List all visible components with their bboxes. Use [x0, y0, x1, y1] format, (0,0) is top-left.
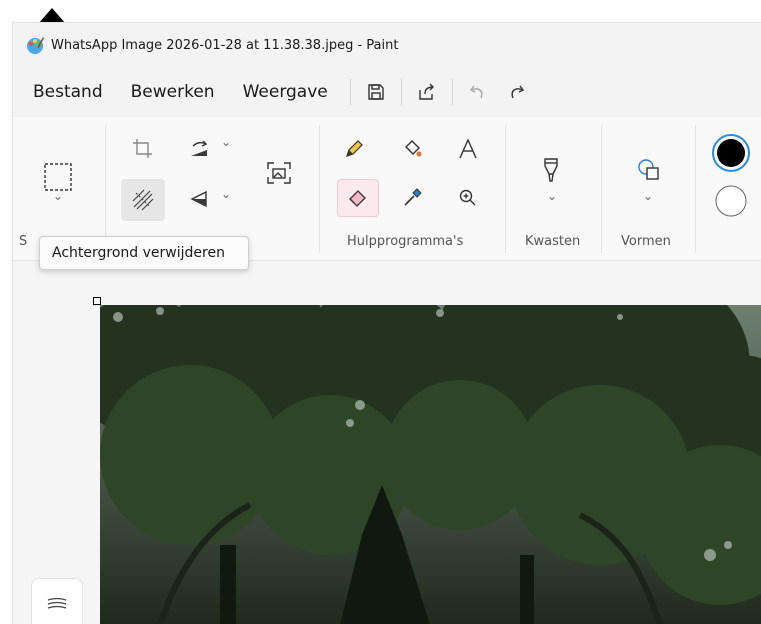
image-canvas[interactable]: [100, 305, 761, 624]
remove-background-button[interactable]: [121, 179, 165, 221]
pencil-icon: [346, 140, 363, 157]
rotate-dropdown-chevron[interactable]: ⌄: [221, 135, 231, 149]
text-button[interactable]: [449, 131, 487, 167]
brushes-dropdown-chevron[interactable]: ⌄: [547, 189, 557, 203]
title-bar: WhatsApp Image 2026-01-28 at 11.38.38.jp…: [13, 23, 761, 67]
eraser-icon: [349, 190, 366, 207]
paint-window: WhatsApp Image 2026-01-28 at 11.38.38.jp…: [12, 22, 761, 624]
magnifier-icon: [459, 189, 476, 206]
paint-app-icon: [27, 37, 44, 54]
remove-background-icon: [132, 189, 154, 211]
layers-panel-button[interactable]: [31, 578, 83, 624]
secondary-color-swatch[interactable]: [713, 183, 749, 219]
color-picker-icon: [404, 188, 422, 206]
text-icon: [459, 138, 477, 159]
menu-divider: [451, 79, 453, 105]
flip-dropdown-chevron[interactable]: ⌄: [221, 187, 231, 201]
resize-button[interactable]: [259, 151, 299, 195]
primary-color-circle: [712, 134, 750, 172]
tree-photo: [100, 305, 761, 624]
ribbon-divider: [319, 125, 320, 253]
screen: WhatsApp Image 2026-01-28 at 11.38.38.jp…: [0, 0, 761, 624]
menu-bewerken[interactable]: Bewerken: [119, 76, 227, 108]
group-label-shapes: Vormen: [621, 234, 671, 249]
crop-button[interactable]: [123, 131, 163, 167]
crop-icon: [133, 139, 152, 158]
fill-button[interactable]: [393, 131, 431, 167]
ribbon-divider: [505, 125, 506, 253]
brushes-button[interactable]: [529, 145, 573, 195]
ribbon-divider: [105, 125, 106, 253]
resize-image-icon: [267, 162, 291, 184]
rotate-icon: [191, 140, 208, 156]
canvas-area: [13, 262, 761, 624]
save-icon: [368, 84, 384, 100]
menu-bar: Bestand Bewerken Weergave: [13, 67, 761, 117]
menu-weergave[interactable]: Weergave: [231, 76, 340, 108]
menu-bestand[interactable]: Bestand: [21, 76, 115, 108]
share-icon: [419, 83, 434, 100]
undo-button[interactable]: [459, 75, 497, 109]
flip-button[interactable]: [179, 181, 219, 217]
group-label-tools: Hulpprogramma's: [347, 234, 464, 249]
group-label-brushes: Kwasten: [525, 234, 581, 249]
canvas-resize-handle[interactable]: [93, 297, 101, 305]
menu-divider: [349, 79, 351, 105]
save-button[interactable]: [357, 75, 395, 109]
redo-icon: [511, 85, 524, 99]
menu-divider: [400, 79, 402, 105]
shapes-button[interactable]: [627, 145, 671, 195]
ribbon-divider: [601, 125, 602, 253]
color-picker-button[interactable]: [393, 179, 431, 217]
brush-icon: [544, 158, 558, 182]
primary-color-swatch[interactable]: [709, 131, 753, 175]
layers-icon: [47, 597, 67, 609]
group-label-selection: S: [19, 234, 28, 249]
undo-icon: [469, 85, 483, 99]
eraser-button[interactable]: [337, 179, 379, 217]
flip-icon: [190, 190, 207, 208]
pencil-button[interactable]: [335, 131, 373, 167]
rotate-button[interactable]: [179, 131, 219, 167]
share-button[interactable]: [408, 75, 446, 109]
select-dropdown-chevron[interactable]: ⌄: [53, 189, 63, 203]
secondary-color-circle: [715, 185, 747, 217]
tooltip-remove-background: Achtergrond verwijderen: [39, 236, 249, 270]
ribbon-divider: [695, 125, 696, 253]
shapes-icon: [638, 159, 659, 180]
fill-bucket-icon: [405, 140, 422, 157]
window-title: WhatsApp Image 2026-01-28 at 11.38.38.jp…: [51, 37, 399, 53]
redo-button[interactable]: [497, 75, 535, 109]
shapes-dropdown-chevron[interactable]: ⌄: [643, 189, 653, 203]
magnifier-button[interactable]: [449, 179, 487, 217]
